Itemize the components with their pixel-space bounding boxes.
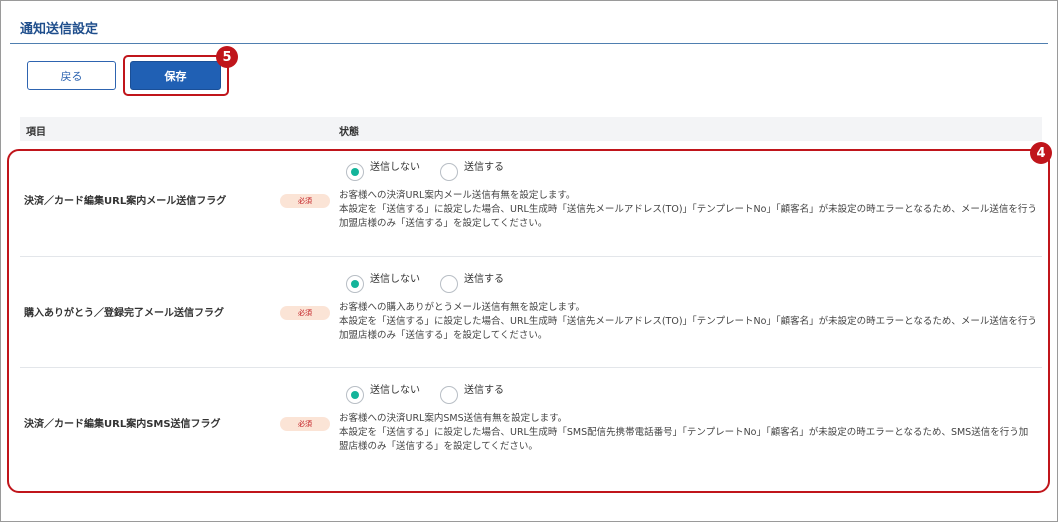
- page-title: 通知送信設定: [20, 22, 99, 37]
- header-state: 状態: [339, 127, 359, 138]
- table-header: 項目 状態: [20, 117, 1042, 141]
- header-item: 項目: [26, 127, 46, 138]
- step-marker-rows: 4: [1030, 142, 1052, 164]
- rows-highlight-box: [7, 149, 1050, 493]
- save-highlight-box: [123, 55, 229, 96]
- step-marker-save: 5: [216, 46, 238, 68]
- back-button[interactable]: 戻る: [27, 61, 116, 90]
- title-divider: [10, 43, 1048, 44]
